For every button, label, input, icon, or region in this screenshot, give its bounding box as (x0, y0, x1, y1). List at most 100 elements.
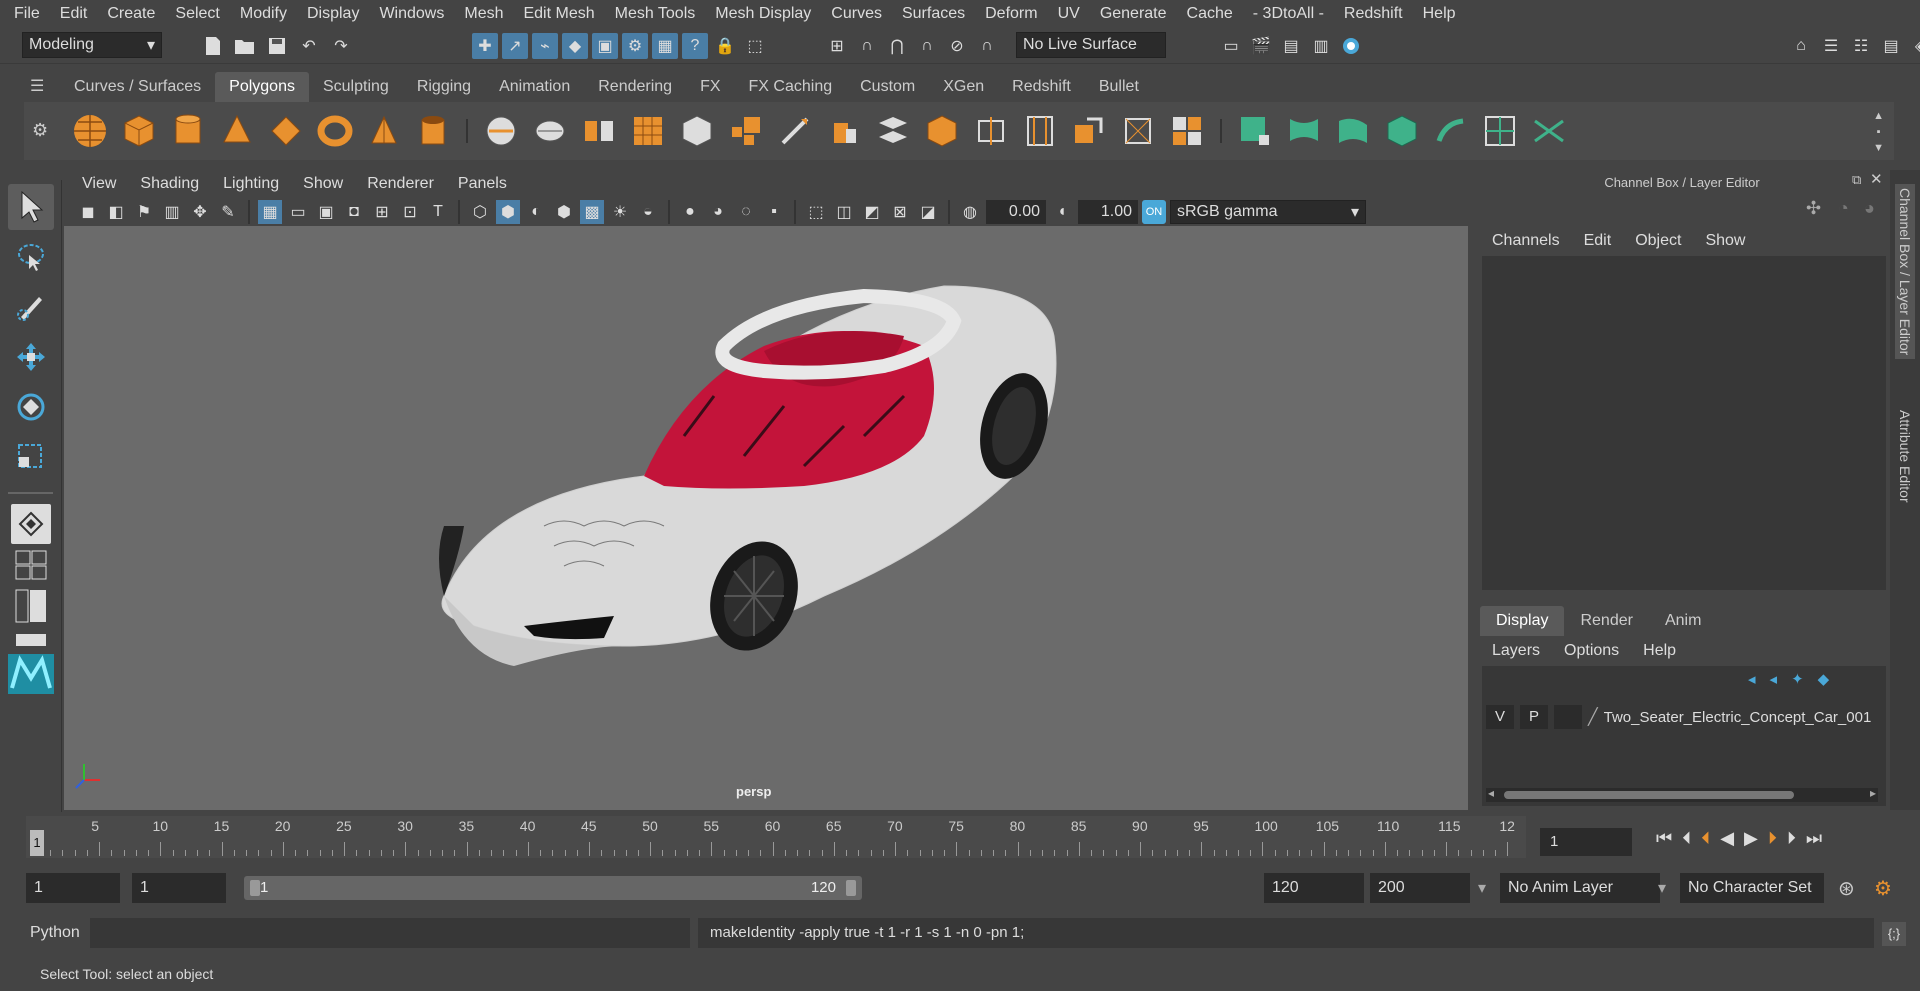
menu-redshift[interactable]: Redshift (1334, 0, 1413, 28)
attribute-editor-icon[interactable]: ☰ (1818, 33, 1844, 59)
layer-playback-toggle[interactable]: P (1520, 705, 1548, 729)
step-forward-key-icon[interactable]: ⏵ (1768, 828, 1777, 849)
view-transform-dropdown[interactable]: sRGB gamma ▾ (1170, 200, 1366, 224)
menu-cache[interactable]: Cache (1177, 0, 1243, 28)
render-settings-icon[interactable]: ▭ (1218, 33, 1244, 59)
fill-hole-icon[interactable] (1167, 111, 1207, 151)
camera-select-icon[interactable]: ◼ (76, 200, 100, 224)
shelf-tab-fx[interactable]: FX (686, 72, 734, 102)
xray-active-icon[interactable]: ◩ (860, 200, 884, 224)
color-management-toggle-icon[interactable]: ON (1142, 200, 1166, 224)
select-face-icon[interactable]: ⚙ (622, 33, 648, 59)
screen-space-ao-icon[interactable]: ● (678, 200, 702, 224)
poly-cube-icon[interactable] (119, 111, 159, 151)
menu-deform[interactable]: Deform (975, 0, 1047, 28)
unfold-uv-icon[interactable] (1431, 111, 1471, 151)
shelf-scroll-icon[interactable]: ▲ ▪ ▼ (1873, 108, 1884, 156)
layer-tab-display[interactable]: Display (1480, 606, 1565, 636)
go-to-start-icon[interactable]: ⏮ (1656, 828, 1672, 849)
manipulator-axes-icon[interactable]: ✣ (1806, 198, 1821, 219)
shelf-tab-fx-caching[interactable]: FX Caching (735, 72, 847, 102)
menu-windows[interactable]: Windows (369, 0, 454, 28)
scroll-left-icon[interactable]: ◂ (1488, 786, 1494, 800)
extrude-icon[interactable] (824, 111, 864, 151)
current-frame-field[interactable]: 1 (1540, 828, 1632, 856)
safe-action-icon[interactable]: ⊡ (398, 200, 422, 224)
cut-uv-edges-icon[interactable] (1529, 111, 1569, 151)
target-weld-icon[interactable] (1069, 111, 1109, 151)
viewport-menu-show[interactable]: Show (291, 175, 355, 193)
image-plane-icon[interactable]: ▥ (160, 200, 184, 224)
select-tool-icon[interactable] (8, 184, 54, 230)
insert-edge-loop-icon[interactable] (971, 111, 1011, 151)
planar-uv-icon[interactable] (1284, 111, 1324, 151)
exposure-field[interactable]: 0.00 (986, 200, 1046, 224)
snap-curve-icon[interactable]: ∩ (854, 33, 880, 59)
persp-viewport[interactable]: persp (64, 226, 1468, 810)
layer-row[interactable]: V P ╱ Two_Seater_Electric_Concept_Car_00… (1486, 702, 1886, 732)
shelf-tab-custom[interactable]: Custom (846, 72, 929, 102)
select-by-component-icon[interactable]: ⌁ (532, 33, 558, 59)
poly-pyramid-icon[interactable] (364, 111, 404, 151)
layer-name[interactable]: Two_Seater_Electric_Concept_Car_001 (1604, 709, 1874, 726)
poly-plane-icon[interactable] (266, 111, 306, 151)
select-edge-icon[interactable]: ▣ (592, 33, 618, 59)
shelf-tab-animation[interactable]: Animation (485, 72, 584, 102)
anti-aliasing-icon[interactable]: ◌ (734, 200, 758, 224)
quad-draw-icon[interactable] (1118, 111, 1158, 151)
render-view-icon[interactable]: ▥ (1308, 33, 1334, 59)
backface-icon[interactable]: ◪ (916, 200, 940, 224)
range-end-handle[interactable] (846, 880, 856, 896)
viewport-menu-panels[interactable]: Panels (446, 175, 519, 193)
multi-cut-icon[interactable] (775, 111, 815, 151)
move-layer-up-icon[interactable]: ◂ (1748, 670, 1756, 688)
gamma-field[interactable]: 1.00 (1078, 200, 1138, 224)
mirror-icon[interactable] (579, 111, 619, 151)
grease-pencil-icon[interactable]: ✎ (216, 200, 240, 224)
make-live-icon[interactable]: ∩ (974, 33, 1000, 59)
layer-menu-options[interactable]: Options (1552, 636, 1631, 666)
scene-start-field[interactable]: 1 (26, 873, 120, 903)
open-scene-icon[interactable] (232, 33, 258, 59)
shelf-tab-sculpting[interactable]: Sculpting (309, 72, 403, 102)
extract-icon[interactable] (726, 111, 766, 151)
step-back-frame-icon[interactable]: ⏴ (1682, 828, 1691, 849)
scrollbar-thumb[interactable] (1504, 791, 1794, 799)
shelf-tab-polygons[interactable]: Polygons (215, 72, 309, 102)
poly-sphere-icon[interactable] (70, 111, 110, 151)
channel-box-side-tab[interactable]: Channel Box / Layer Editor (1895, 184, 1915, 360)
grid-icon[interactable]: ▦ (258, 200, 282, 224)
menu-modify[interactable]: Modify (230, 0, 297, 28)
wireframe-on-shaded-icon[interactable]: ⬢ (552, 200, 576, 224)
use-all-lights-icon[interactable]: ☀ (608, 200, 632, 224)
rotate-tool-icon[interactable] (8, 384, 54, 430)
poly-pipe-icon[interactable] (413, 111, 453, 151)
snap-surface-icon[interactable]: ⊘ (944, 33, 970, 59)
select-highlight-icon[interactable]: ⬚ (742, 33, 768, 59)
shelf-tab-curves-surfaces[interactable]: Curves / Surfaces (60, 72, 215, 102)
channel-box-icon[interactable]: ▤ (1878, 33, 1904, 59)
bookmark-icon[interactable]: ⚑ (132, 200, 156, 224)
uv-editor-icon[interactable] (1480, 111, 1520, 151)
float-panel-icon[interactable]: ⧉ (1852, 172, 1861, 188)
viewport-menu-shading[interactable]: Shading (128, 175, 211, 193)
select-uv-icon[interactable]: ▦ (652, 33, 678, 59)
snap-view-icon[interactable]: ∩ (914, 33, 940, 59)
boolean-icon[interactable] (677, 111, 717, 151)
attribute-editor-side-tab[interactable]: Attribute Editor (1895, 406, 1915, 507)
move-tool-icon[interactable] (8, 334, 54, 380)
shelf-settings-icon[interactable]: ⚙ (32, 120, 48, 141)
channel-box-menu-channels[interactable]: Channels (1480, 226, 1572, 256)
menu-edit-mesh[interactable]: Edit Mesh (513, 0, 604, 28)
poly-torus-icon[interactable] (315, 111, 355, 151)
default-material-icon[interactable]: ◐ (524, 200, 548, 224)
two-d-pan-zoom-icon[interactable]: ✥ (188, 200, 212, 224)
go-to-end-icon[interactable]: ⏭ (1806, 828, 1822, 849)
shelf-menu-icon[interactable]: ☰ (30, 76, 50, 96)
playback-start-field[interactable]: 1 (132, 873, 226, 903)
layer-tab-anim[interactable]: Anim (1649, 606, 1717, 636)
redo-icon[interactable]: ↷ (328, 33, 354, 59)
menu-mesh-display[interactable]: Mesh Display (705, 0, 821, 28)
current-frame-marker[interactable]: 1 (30, 830, 44, 856)
single-perspective-layout-icon[interactable] (11, 504, 51, 544)
